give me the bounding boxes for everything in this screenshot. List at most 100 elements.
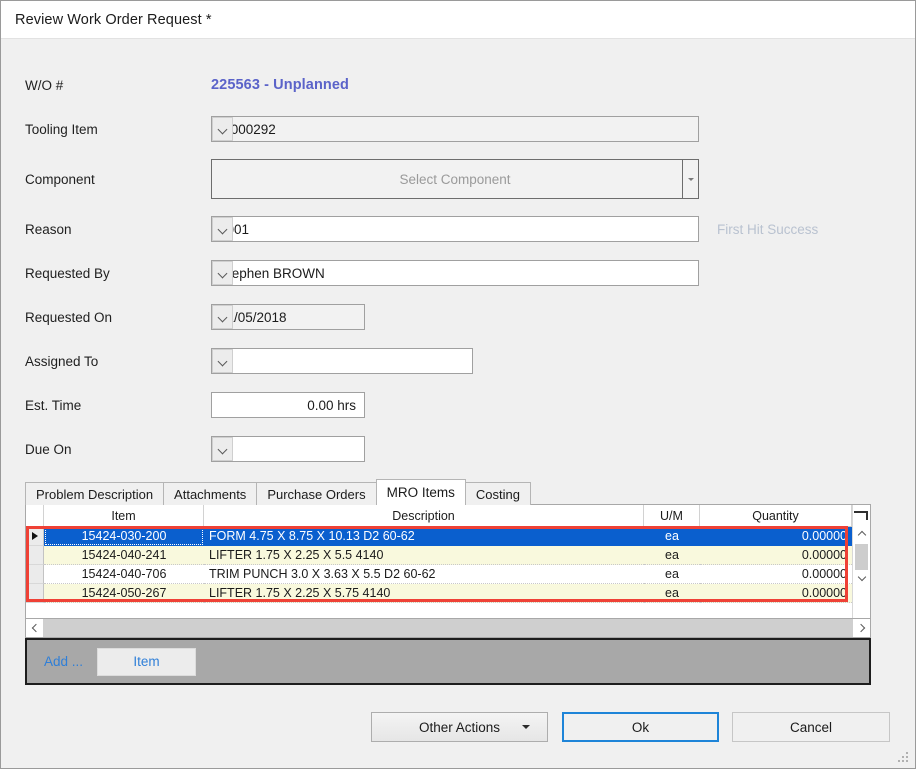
tab-attachments[interactable]: Attachments — [163, 482, 258, 505]
cell-description: TRIM PUNCH 3.0 X 3.63 X 5.5 D2 60-62 — [204, 565, 644, 584]
grid-horizontal-scrollbar[interactable] — [25, 619, 871, 638]
tab-label: Attachments — [174, 486, 247, 502]
cell-um: ea — [644, 527, 700, 546]
resize-grip-icon[interactable] — [898, 752, 910, 764]
requested-on-datepicker[interactable]: 01/05/2018 — [211, 304, 365, 330]
cell-description: LIFTER 1.75 X 2.25 X 5.5 4140 — [204, 546, 644, 565]
mro-items-grid: Item Description U/M Quantity 15424-030-… — [25, 504, 871, 619]
chevron-down-icon[interactable] — [212, 437, 233, 461]
tab-label: Problem Description — [36, 486, 154, 502]
row-selector-gutter[interactable] — [26, 527, 44, 546]
cell-item: 15424-030-200 — [44, 527, 204, 546]
cell-item: 15424-040-706 — [44, 565, 204, 584]
chevron-down-icon[interactable] — [212, 261, 233, 285]
requested-by-combobox[interactable]: Stephen BROWN — [211, 260, 699, 286]
grid-header-gutter — [26, 505, 44, 526]
scroll-left-button[interactable] — [26, 619, 43, 637]
label-tooling-item: Tooling Item — [25, 121, 98, 137]
cell-um: ea — [644, 584, 700, 603]
scroll-up-button[interactable] — [853, 526, 870, 542]
label-requested-on: Requested On — [25, 309, 113, 325]
table-row[interactable]: 15424-030-200 FORM 4.75 X 8.75 X 10.13 D… — [26, 527, 870, 546]
chevron-down-icon[interactable] — [212, 349, 233, 373]
chevron-down-icon[interactable] — [212, 305, 233, 329]
cell-description: LIFTER 1.75 X 2.25 X 5.75 4140 — [204, 584, 644, 603]
window-title: Review Work Order Request * — [15, 11, 212, 28]
field-row-due-on: Due On — [1, 427, 915, 471]
field-row-reason: Reason 0001 First Hit Success — [1, 207, 915, 251]
field-row-tooling-item: Tooling Item T 000292 — [1, 107, 915, 151]
chevron-up-icon — [858, 530, 866, 538]
cell-item: 15424-040-241 — [44, 546, 204, 565]
reason-hint-text: First Hit Success — [717, 221, 819, 237]
grid-rows: 15424-030-200 FORM 4.75 X 8.75 X 10.13 D… — [26, 527, 870, 603]
field-row-assigned-to: Assigned To — [1, 339, 915, 383]
cancel-label: Cancel — [789, 719, 833, 735]
chevron-right-icon — [858, 624, 866, 632]
reason-value: 0001 — [219, 221, 250, 237]
row-selector-gutter[interactable] — [26, 584, 44, 603]
chevron-down-icon[interactable] — [682, 160, 698, 198]
est-time-input[interactable]: 0.00 hrs — [211, 392, 365, 418]
row-selector-gutter[interactable] — [26, 546, 44, 565]
field-row-wo-number: W/O # 225563 - Unplanned — [1, 63, 915, 107]
grid-header-um[interactable]: U/M — [644, 505, 700, 526]
field-row-requested-on: Requested On 01/05/2018 — [1, 295, 915, 339]
cell-um: ea — [644, 546, 700, 565]
chevron-down-icon[interactable] — [212, 217, 233, 241]
label-component: Component — [25, 171, 95, 187]
grid-corner-marker — [853, 505, 870, 526]
reason-combobox[interactable]: 0001 — [211, 216, 699, 242]
tab-label: Purchase Orders — [267, 486, 366, 502]
label-est-time: Est. Time — [25, 397, 82, 413]
cell-quantity: 0.00000 — [700, 565, 852, 584]
vertical-scroll-thumb[interactable] — [855, 544, 868, 570]
cell-description: FORM 4.75 X 8.75 X 10.13 D2 60-62 — [204, 527, 644, 546]
tab-purchase-orders[interactable]: Purchase Orders — [256, 482, 377, 505]
table-row[interactable]: 15424-040-706 TRIM PUNCH 3.0 X 3.63 X 5.… — [26, 565, 870, 584]
scroll-right-button[interactable] — [853, 619, 870, 637]
chevron-left-icon — [31, 624, 39, 632]
grid-vertical-scrollbar[interactable] — [852, 505, 870, 618]
ok-button[interactable]: Ok — [562, 712, 719, 742]
caret-down-icon — [522, 725, 530, 729]
review-work-order-dialog: Review Work Order Request * W/O # 225563… — [0, 0, 916, 769]
tab-problem-description[interactable]: Problem Description — [25, 482, 165, 505]
requested-by-value: Stephen BROWN — [219, 265, 325, 281]
work-order-form: W/O # 225563 - Unplanned Tooling Item T … — [1, 39, 915, 471]
horizontal-scroll-track[interactable] — [43, 619, 853, 637]
due-on-datepicker[interactable] — [211, 436, 365, 462]
window-titlebar: Review Work Order Request * — [1, 1, 915, 39]
field-row-est-time: Est. Time 0.00 hrs — [1, 383, 915, 427]
table-row[interactable]: 15424-040-241 LIFTER 1.75 X 2.25 X 5.5 4… — [26, 546, 870, 565]
cancel-button[interactable]: Cancel — [732, 712, 890, 742]
other-actions-button[interactable]: Other Actions — [371, 712, 548, 742]
add-item-panel: Add ... Item — [25, 638, 871, 685]
grid-header-quantity[interactable]: Quantity — [700, 505, 852, 526]
chevron-down-icon[interactable] — [212, 117, 233, 141]
cell-quantity: 0.00000 — [700, 527, 852, 546]
scroll-down-button[interactable] — [853, 570, 870, 586]
requested-on-value: 01/05/2018 — [219, 309, 287, 325]
label-wo-number: W/O # — [25, 77, 64, 93]
row-selector-gutter[interactable] — [26, 565, 44, 584]
tooling-item-combobox[interactable]: T 000292 — [211, 116, 699, 142]
add-item-button[interactable]: Item — [97, 647, 197, 676]
assigned-to-combobox[interactable] — [211, 348, 473, 374]
component-combobox[interactable]: Select Component — [211, 159, 699, 199]
label-reason: Reason — [25, 221, 72, 237]
ok-label: Ok — [631, 719, 650, 735]
grid-header-description[interactable]: Description — [204, 505, 644, 526]
cell-um: ea — [644, 565, 700, 584]
field-row-requested-by: Requested By Stephen BROWN — [1, 251, 915, 295]
table-row[interactable]: 15424-050-267 LIFTER 1.75 X 2.25 X 5.75 … — [26, 584, 870, 603]
wo-number-value: 225563 - Unplanned — [211, 77, 349, 93]
label-requested-by: Requested By — [25, 265, 110, 281]
add-link[interactable]: Add ... — [44, 654, 83, 669]
tooling-item-value: T 000292 — [219, 121, 276, 137]
tab-costing[interactable]: Costing — [464, 482, 531, 505]
grid-header-item[interactable]: Item — [44, 505, 204, 526]
detail-tab-panel: Problem Description Attachments Purchase… — [25, 479, 871, 685]
dialog-body: W/O # 225563 - Unplanned Tooling Item T … — [1, 39, 915, 768]
tab-mro-items[interactable]: MRO Items — [375, 479, 466, 505]
